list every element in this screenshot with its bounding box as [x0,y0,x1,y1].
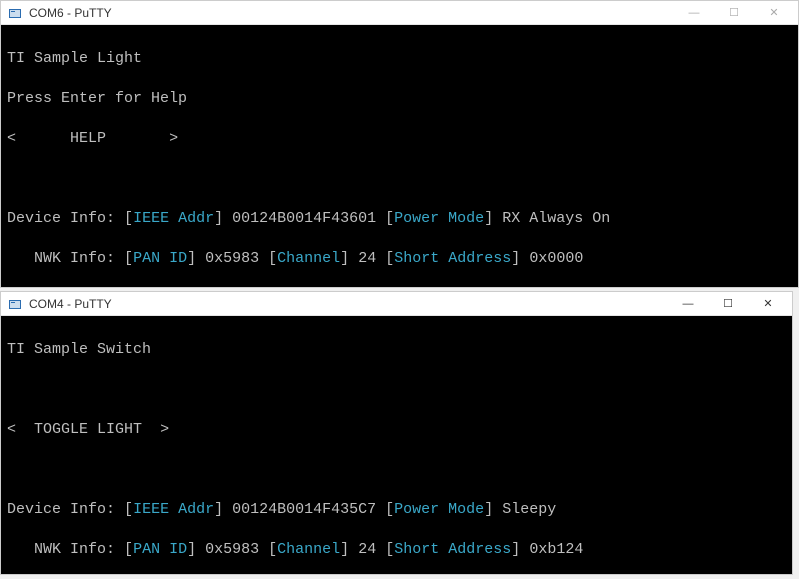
app-title: TI Sample Switch [7,340,786,360]
device-info-line: Device Info: [IEEE Addr] 00124B0014F435C… [7,500,786,520]
window-controls: — ☐ ✕ [668,293,788,315]
close-button[interactable]: ✕ [748,293,788,315]
nwk-info-line: NWK Info: [PAN ID] 0x5983 [Channel] 24 [… [7,540,786,560]
maximize-button[interactable]: ☐ [708,293,748,315]
window-title: COM4 - PuTTY [29,297,668,311]
titlebar[interactable]: COM6 - PuTTY — ☐ ✕ [1,1,798,25]
minimize-button[interactable]: — [674,2,714,24]
ieee-value: 00124B0014F435C7 [232,501,376,518]
app-title: TI Sample Light [7,49,792,69]
nav-label: HELP [70,130,106,147]
terminal-output[interactable]: TI Sample Switch < TOGGLE LIGHT > Device… [1,316,792,574]
putty-window-1: COM6 - PuTTY — ☐ ✕ TI Sample Light Press… [0,0,799,288]
nav-label: TOGGLE LIGHT [34,421,142,438]
window-title: COM6 - PuTTY [29,6,674,20]
power-mode-value: RX Always On [502,210,610,227]
putty-icon [7,296,23,312]
nav-line: < TOGGLE LIGHT > [7,420,786,440]
nwk-info-line: NWK Info: [PAN ID] 0x5983 [Channel] 24 [… [7,249,792,269]
subtitle: Press Enter for Help [7,89,792,109]
putty-window-2: COM4 - PuTTY — ☐ ✕ TI Sample Switch < TO… [0,291,793,575]
putty-icon [7,5,23,21]
ieee-label: IEEE Addr [133,210,214,227]
ieee-value: 00124B0014F43601 [232,210,376,227]
power-mode-value: Sleepy [502,501,556,518]
device-info-line: Device Info: [IEEE Addr] 00124B0014F4360… [7,209,792,229]
ieee-label: IEEE Addr [133,501,214,518]
minimize-button[interactable]: — [668,293,708,315]
nav-line: < HELP > [7,129,792,149]
window-controls: — ☐ ✕ [674,2,794,24]
maximize-button[interactable]: ☐ [714,2,754,24]
titlebar[interactable]: COM4 - PuTTY — ☐ ✕ [1,292,792,316]
close-button[interactable]: ✕ [754,2,794,24]
terminal-output[interactable]: TI Sample Light Press Enter for Help < H… [1,25,798,287]
power-mode-label: Power Mode [394,501,484,518]
power-mode-label: Power Mode [394,210,484,227]
